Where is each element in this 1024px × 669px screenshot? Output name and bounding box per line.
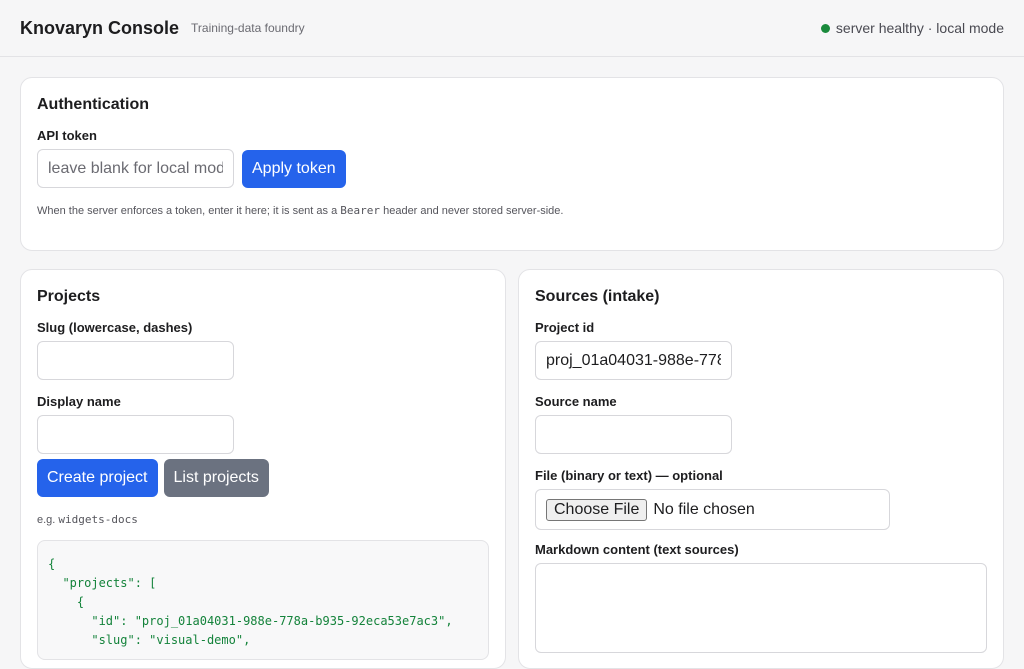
- app-title: Knovaryn Console: [20, 17, 180, 38]
- sources-card: Sources (intake) Project id Source name …: [518, 269, 1004, 669]
- sources-heading: Sources (intake): [535, 288, 660, 305]
- project-id-label: Project id: [535, 320, 595, 335]
- file-status: No file chosen: [653, 500, 755, 518]
- projects-heading: Projects: [37, 288, 101, 305]
- source-name-label: Source name: [535, 394, 617, 409]
- slug-label: Slug (lowercase, dashes): [37, 320, 193, 335]
- slug-example: e.g. widgets-docs: [37, 513, 489, 526]
- apply-token-button[interactable]: Apply token: [242, 149, 346, 188]
- projects-card: Projects Slug (lowercase, dashes) Displa…: [20, 269, 506, 669]
- source-name-input[interactable]: [535, 415, 732, 454]
- status-dot-icon: [820, 23, 830, 33]
- server-status: server healthy · local mode: [820, 20, 1004, 36]
- auth-hint-before: When the server enforces a token, enter …: [37, 205, 338, 217]
- display-name-input[interactable]: [37, 415, 234, 454]
- top-bar: Knovaryn Console Training-data foundry s…: [0, 0, 1024, 57]
- display-name-label: Display name: [37, 394, 121, 409]
- auth-hint: When the server enforces a token, enter …: [37, 204, 987, 217]
- auth-hint-after: header and never stored server-side.: [383, 205, 564, 217]
- slug-input[interactable]: [37, 341, 234, 380]
- markdown-label: Markdown content (text sources): [535, 542, 739, 557]
- projects-json-output: { "projects": [ { "id": "proj_01a04031-9…: [37, 540, 489, 660]
- auth-card: Authentication API token Apply token Whe…: [20, 77, 1004, 251]
- api-token-label: API token: [37, 128, 97, 143]
- choose-file-button[interactable]: Choose File: [546, 498, 648, 521]
- project-id-input[interactable]: [535, 341, 732, 380]
- auth-heading: Authentication: [37, 96, 149, 113]
- create-project-button[interactable]: Create project: [37, 459, 158, 497]
- slug-example-prefix: e.g.: [37, 514, 56, 526]
- slug-example-code: widgets-docs: [58, 513, 138, 526]
- auth-hint-code: Bearer: [340, 204, 381, 217]
- list-projects-button[interactable]: List projects: [163, 459, 269, 497]
- file-input[interactable]: Choose File No file chosen: [535, 489, 890, 530]
- server-status-text: server healthy · local mode: [835, 20, 1004, 36]
- file-label: File (binary or text) — optional: [535, 468, 723, 483]
- api-token-input[interactable]: [37, 149, 234, 188]
- app-subtitle: Training-data foundry: [191, 21, 305, 35]
